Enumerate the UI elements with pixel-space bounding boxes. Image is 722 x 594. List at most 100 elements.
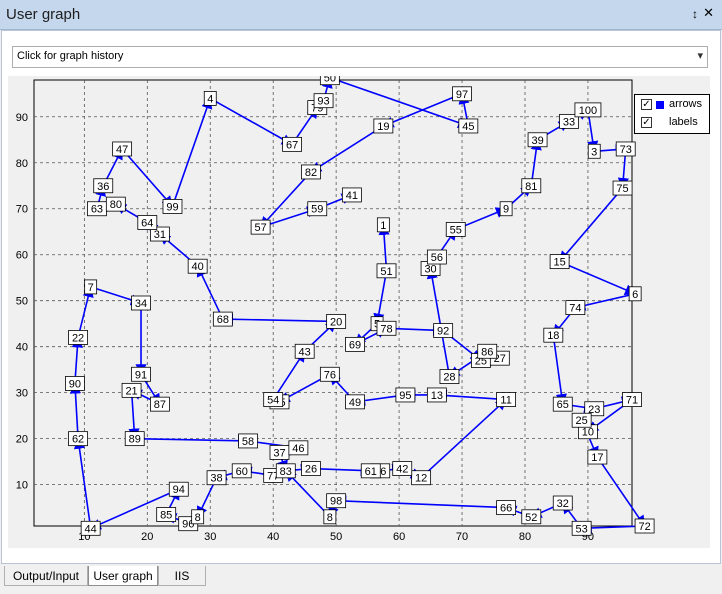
svg-text:74: 74: [569, 303, 581, 315]
node-label: 85: [156, 507, 177, 522]
svg-text:87: 87: [154, 399, 166, 411]
y-tick-label: 70: [16, 204, 28, 216]
node-label: 67: [282, 136, 302, 152]
node-label: 45: [458, 118, 479, 134]
y-tick-label: 40: [16, 342, 28, 354]
tab-user-graph[interactable]: User graph: [88, 566, 158, 586]
svg-text:11: 11: [500, 395, 511, 407]
svg-text:32: 32: [557, 498, 569, 510]
node-label: 61: [360, 463, 381, 479]
svg-text:68: 68: [217, 314, 229, 326]
svg-text:37: 37: [273, 447, 285, 459]
arrows-checkbox[interactable]: ✓: [641, 99, 652, 110]
node-label: 37: [269, 445, 290, 460]
svg-text:63: 63: [91, 204, 103, 216]
chevron-down-icon[interactable]: ▾: [697, 49, 703, 62]
node-label: 86: [477, 343, 498, 359]
node-label: 6: [628, 286, 642, 302]
node-label: 4: [203, 90, 217, 106]
svg-text:17: 17: [591, 452, 603, 464]
svg-text:26: 26: [305, 464, 317, 476]
user-graph-chart[interactable]: 10 20 30 40 50 60 70 80 90 10 20 30 40 50 60 70 80 90 12 3…: [8, 76, 710, 548]
svg-text:62: 62: [72, 434, 84, 446]
svg-text:54: 54: [267, 395, 279, 407]
svg-text:92: 92: [437, 326, 449, 338]
arrows-color-swatch: [656, 101, 664, 109]
x-tick-label: 20: [141, 531, 153, 543]
node-label: 57: [250, 219, 271, 235]
svg-text:90: 90: [69, 378, 81, 390]
node-label: 71: [622, 392, 642, 407]
svg-text:42: 42: [396, 464, 408, 476]
node-label: 42: [392, 461, 413, 476]
graph-legend: ✓ arrows ✓ labels: [634, 94, 710, 134]
node-label: 8: [323, 509, 337, 525]
svg-text:78: 78: [380, 323, 392, 335]
node-label: 55: [445, 222, 466, 237]
node-label: 65: [552, 396, 573, 412]
node-label: 21: [121, 382, 142, 398]
svg-text:89: 89: [129, 434, 141, 446]
node-label: 28: [439, 369, 460, 384]
node-label: 58: [238, 433, 258, 449]
svg-text:58: 58: [242, 436, 254, 448]
node-label: 87: [149, 396, 170, 412]
svg-text:38: 38: [210, 473, 222, 485]
node-label: 12: [411, 470, 432, 486]
node-label: 90: [65, 376, 85, 391]
svg-text:93: 93: [317, 96, 329, 108]
node-label: 68: [212, 311, 233, 327]
node-label: 69: [345, 336, 365, 352]
labels-checkbox[interactable]: ✓: [641, 117, 652, 128]
svg-text:60: 60: [236, 466, 248, 478]
node-label: 60: [231, 463, 252, 479]
node-label: 40: [187, 258, 208, 274]
svg-text:34: 34: [135, 298, 147, 310]
labels-label: labels: [669, 116, 698, 128]
node-label: 73: [615, 141, 636, 157]
svg-text:7: 7: [88, 282, 94, 294]
svg-text:4: 4: [207, 93, 213, 105]
node-label: 93: [313, 93, 334, 109]
svg-text:72: 72: [638, 521, 650, 533]
y-tick-label: 20: [16, 434, 28, 446]
node-label: 25: [571, 412, 592, 428]
node-label: 39: [527, 132, 548, 148]
svg-text:15: 15: [553, 257, 565, 269]
svg-text:65: 65: [557, 399, 569, 411]
svg-text:44: 44: [85, 523, 97, 535]
node-label: 11: [496, 392, 517, 407]
node-label: 36: [93, 178, 114, 194]
svg-text:67: 67: [286, 139, 298, 151]
svg-text:61: 61: [365, 466, 377, 478]
node-label: 46: [288, 440, 309, 456]
graph-area[interactable]: 10 20 30 40 50 60 70 80 90 10 20 30 40 50 60 70 80 90 12 3…: [8, 76, 710, 548]
svg-text:45: 45: [462, 121, 474, 133]
svg-text:28: 28: [443, 372, 455, 384]
y-tick-label: 60: [16, 250, 28, 262]
node-label: 63: [87, 201, 107, 217]
x-tick-label: 70: [456, 531, 468, 543]
tab-output-input[interactable]: Output/Input: [4, 566, 88, 586]
node-label: 26: [301, 461, 321, 476]
node-label: 75: [612, 180, 633, 196]
svg-text:83: 83: [280, 466, 292, 478]
svg-text:86: 86: [481, 346, 493, 358]
node-label: 91: [131, 366, 151, 382]
graph-history-dropdown[interactable]: Click for graph history ▾: [12, 46, 708, 68]
tab-iis[interactable]: IIS: [158, 566, 206, 586]
svg-text:3: 3: [591, 146, 597, 158]
svg-text:76: 76: [324, 369, 336, 381]
node-label: 34: [131, 295, 151, 311]
node-label: 51: [376, 263, 397, 279]
svg-text:46: 46: [292, 443, 304, 455]
svg-text:19: 19: [377, 121, 389, 133]
close-icon[interactable]: ✕: [703, 5, 714, 21]
svg-text:31: 31: [154, 229, 166, 241]
x-tick-label: 30: [204, 531, 216, 543]
node-label: 83: [275, 463, 296, 479]
node-label: 78: [376, 320, 397, 336]
pin-icon[interactable]: ↕: [692, 7, 698, 21]
node-label: 52: [521, 509, 542, 525]
svg-text:18: 18: [547, 330, 559, 342]
